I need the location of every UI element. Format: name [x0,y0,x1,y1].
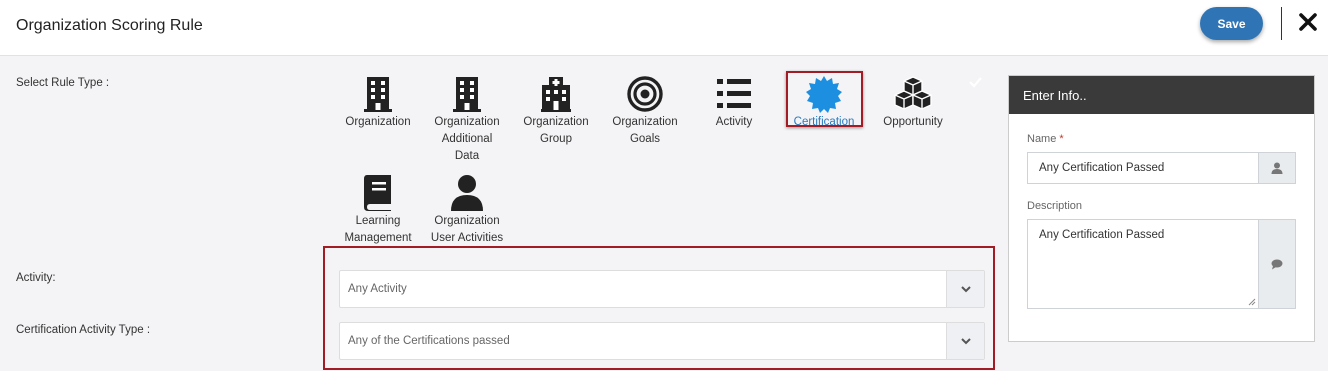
rule-type-label: User Activities [430,232,504,244]
resize-handle-icon[interactable] [1248,298,1256,306]
save-button[interactable]: Save [1200,7,1263,40]
rule-type-organization-user-activities[interactable]: Organization User Activities [424,174,510,247]
rule-type-label: Organization [434,116,500,128]
rule-type-label: Management [344,232,412,244]
panel-title: Enter Info.. [1009,76,1314,114]
cert-activity-type-select-value: Any of the Certifications passed [348,335,510,347]
rule-type-learning-management[interactable]: Learning Management [335,174,421,247]
header-divider [1281,7,1282,40]
cert-activity-type-label: Certification Activity Type : [16,324,151,336]
rule-type-label: Organization [345,116,411,128]
rule-type-organization-goals[interactable]: Organization Goals [602,75,688,148]
cert-activity-type-select[interactable]: Any of the Certifications passed [339,322,985,360]
name-field-value: Any Certification Passed [1039,162,1165,174]
user-icon [451,175,483,211]
rule-type-organization-additional-data[interactable]: Organization Additional Data [424,75,510,165]
rule-type-activity[interactable]: Activity [691,75,777,131]
hospital-icon [541,77,571,112]
description-field-value: Any Certification Passed [1039,229,1165,241]
description-field[interactable]: Any Certification Passed [1027,219,1296,309]
cubes-icon [894,76,932,110]
comment-icon [1258,220,1295,308]
rule-type-label: Certification [793,116,855,128]
name-label: Name * [1027,133,1064,145]
rule-type-label: Activity [715,116,753,128]
chevron-down-icon[interactable] [946,271,984,307]
building-icon [364,77,392,112]
description-label: Description [1027,200,1083,212]
close-icon[interactable] [1297,10,1319,34]
activity-select-value: Any Activity [348,283,407,295]
rule-type-label: Data [454,150,480,162]
activity-select[interactable]: Any Activity [339,270,985,308]
rule-type-label: Select Rule Type : [16,77,110,89]
rule-type-label: Additional [441,133,493,145]
required-mark: * [1059,133,1064,145]
name-label-text: Name [1027,133,1057,145]
rule-type-label: Organization [523,116,589,128]
rule-type-label: Organization [612,116,678,128]
building-icon [453,77,481,112]
rule-type-label: Learning [355,215,401,227]
rule-type-label: Opportunity [883,116,943,128]
rule-type-opportunity[interactable]: Opportunity [870,75,956,131]
book-icon [364,175,391,211]
rule-type-organization[interactable]: Organization [335,75,421,131]
rule-type-certification[interactable]: Certification [781,75,867,131]
activity-label: Activity: [16,272,56,284]
rule-type-organization-group[interactable]: Organization Group [513,75,599,148]
header-bar: Organization Scoring Rule Save [0,0,1328,56]
rule-type-label: Goals [629,133,661,145]
certificate-icon [806,76,842,113]
target-icon [627,76,663,112]
page-title: Organization Scoring Rule [16,17,203,34]
rule-type-label: Organization [434,215,500,227]
check-icon [969,77,982,88]
user-icon [1258,153,1295,183]
name-field[interactable]: Any Certification Passed [1027,152,1296,184]
chevron-down-icon[interactable] [946,323,984,359]
rule-type-label: Group [540,133,572,145]
list-icon [717,79,751,108]
enter-info-panel: Enter Info.. Name * Any Certification Pa… [1008,75,1315,342]
